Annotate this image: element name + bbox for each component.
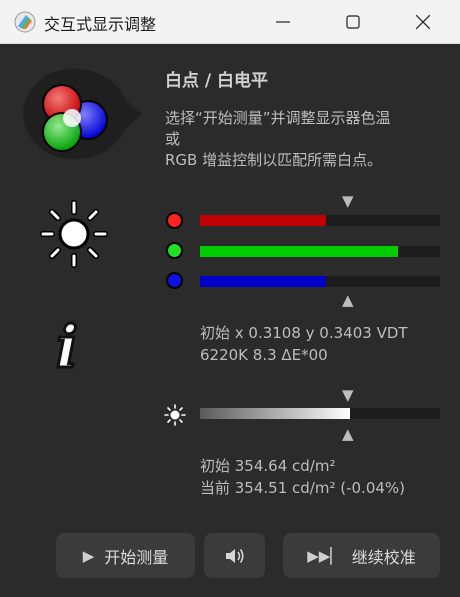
red-channel-dot	[166, 212, 183, 229]
green-channel-dot	[166, 242, 183, 259]
description-line: 选择“开始测量”并调整显示器色温	[165, 109, 391, 127]
luminance-line-1: 初始 354.64 cd/m²	[200, 457, 336, 475]
page-title: 白点 / 白电平	[165, 71, 269, 91]
luminance-bar	[200, 408, 440, 419]
play-icon: ▶	[82, 546, 95, 565]
title-bar: 交互式显示调整	[0, 0, 460, 44]
continue-calibration-label: 继续校准	[351, 547, 416, 567]
description-line: 或	[165, 130, 181, 148]
luminance-line-2: 当前 354.51 cd/m² (-0.04%)	[200, 479, 406, 497]
blue-gain-fill	[200, 276, 326, 287]
speaker-icon	[225, 548, 244, 563]
window-title: 交互式显示调整	[44, 15, 157, 34]
continue-calibration-button[interactable]: ▶▶▏ 继续校准	[283, 533, 440, 578]
rgb-whitepoint-icon	[23, 68, 142, 160]
luminance-marker-up-icon: ▲	[342, 425, 354, 443]
sun-icon	[40, 200, 108, 268]
whitepoint-line-1: 初始 x 0.3108 y 0.3403 VDT	[200, 324, 408, 342]
target-marker-up-icon: ▲	[342, 291, 354, 309]
start-measurement-button[interactable]: ▶ 开始测量	[56, 533, 195, 578]
info-icon: i	[54, 313, 79, 381]
description: 选择“开始测量”并调整显示器色温 或 RGB 增益控制以匹配所需白点。	[165, 108, 450, 171]
skip-forward-icon: ▶▶▏	[307, 546, 342, 565]
close-icon	[416, 15, 430, 29]
minimize-button[interactable]	[260, 0, 306, 44]
start-measurement-label: 开始测量	[104, 547, 169, 567]
minimize-icon	[276, 21, 290, 23]
red-gain-fill	[200, 215, 326, 226]
blue-channel-dot	[166, 272, 183, 289]
luminance-readout: 初始 354.64 cd/m² 当前 354.51 cd/m² (-0.04%)	[200, 455, 405, 499]
whitepoint-line-2: 6220K 8.3 ΔE*00	[200, 346, 328, 364]
green-gain-fill	[200, 246, 398, 257]
small-sun-icon	[164, 404, 186, 426]
luminance-fill	[200, 408, 350, 419]
luminance-marker-down-icon: ▼	[342, 386, 354, 404]
maximize-button[interactable]	[330, 0, 376, 44]
description-line: RGB 增益控制以匹配所需白点。	[165, 151, 383, 169]
app-logo-icon	[14, 11, 36, 33]
green-gain-bar	[200, 246, 440, 257]
maximize-icon	[346, 15, 360, 29]
close-button[interactable]	[400, 0, 446, 44]
whitepoint-readout: 初始 x 0.3108 y 0.3403 VDT 6220K 8.3 ΔE*00	[200, 322, 408, 366]
target-marker-down-icon: ▼	[342, 192, 354, 210]
sound-button[interactable]	[204, 533, 265, 578]
red-gain-bar	[200, 215, 440, 226]
blue-gain-bar	[200, 276, 440, 287]
